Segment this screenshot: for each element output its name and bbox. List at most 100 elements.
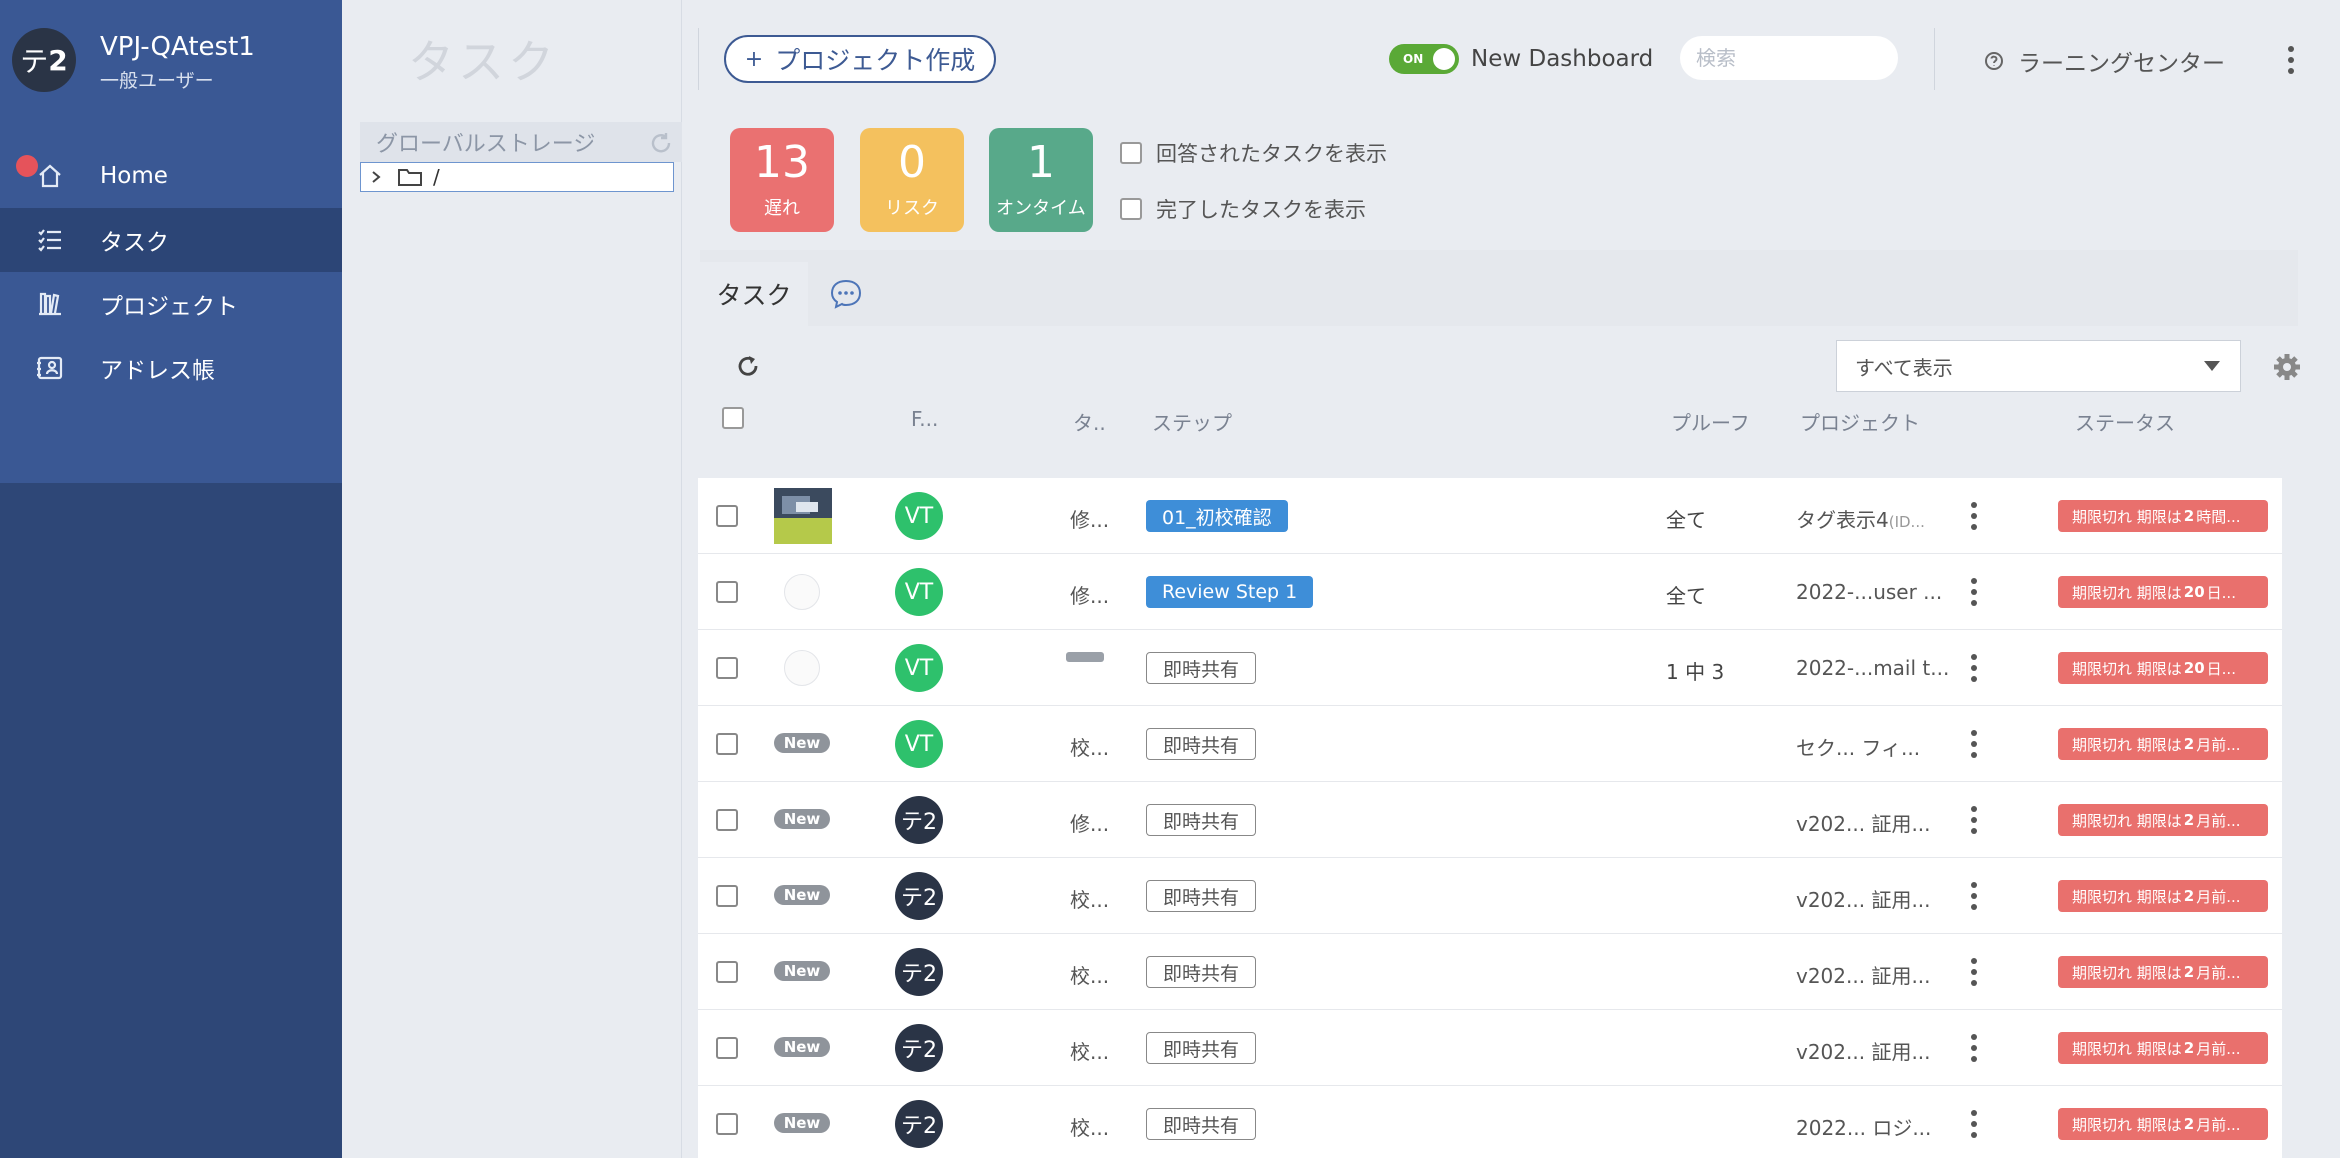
row-more-icon[interactable] [1968, 882, 1980, 910]
project-name[interactable]: v202... 証用... [1796, 1036, 1931, 1065]
step-badge[interactable]: 即時共有 [1146, 804, 1257, 836]
new-dashboard-toggle[interactable]: ON [1389, 44, 1459, 74]
ontime-count-card[interactable]: 1 オンタイム [989, 128, 1093, 232]
table-settings-button[interactable] [2272, 352, 2302, 382]
select-all-checkbox[interactable] [722, 407, 744, 429]
step-badge[interactable]: 即時共有 [1146, 728, 1257, 760]
assignee-avatar: テ2 [895, 872, 943, 920]
show-completed-checkbox[interactable]: 完了したタスクを表示 [1120, 194, 1366, 224]
table-row[interactable]: New VT 校... 即時共有 セク... フィ... 期限切れ 期限は 2 月前... [698, 706, 2282, 782]
sidebar-item-label: プロジェクト [100, 294, 238, 320]
sidebar-item-home[interactable]: Home [0, 144, 342, 208]
row-checkbox[interactable] [716, 581, 738, 603]
task-thumbnail[interactable] [784, 650, 820, 686]
row-more-icon[interactable] [1968, 958, 1980, 986]
storage-folder-root[interactable]: / [360, 162, 674, 192]
row-checkbox[interactable] [716, 885, 738, 907]
row-checkbox[interactable] [716, 1113, 738, 1135]
row-checkbox[interactable] [716, 809, 738, 831]
table-row[interactable]: New テ2 修... 即時共有 v202... 証用... 期限切れ 期限は 2 月前... [698, 782, 2282, 858]
column-header-f[interactable]: F... [911, 407, 938, 431]
refresh-tasks-button[interactable] [734, 352, 762, 380]
sidebar-item-tasks[interactable]: タスク [0, 208, 342, 272]
project-name-text: v202... 証用... [1796, 812, 1931, 836]
new-badge: New [774, 1037, 830, 1057]
late-count-card[interactable]: 13 遅れ [730, 128, 834, 232]
row-checkbox[interactable] [716, 505, 738, 527]
checkbox[interactable] [1120, 198, 1142, 220]
new-badge: New [774, 733, 830, 753]
status-prefix: 期限切れ 期限は [2072, 583, 2182, 602]
status-amount: 20 [2183, 583, 2205, 601]
row-more-icon[interactable] [1968, 1034, 1980, 1062]
header-divider [698, 28, 699, 90]
row-checkbox[interactable] [716, 1037, 738, 1059]
row-checkbox[interactable] [716, 961, 738, 983]
sidebar-item-projects[interactable]: プロジェクト [0, 272, 342, 336]
project-name[interactable]: タグ表示4(ID... [1796, 504, 1925, 533]
row-checkbox[interactable] [716, 733, 738, 755]
proof-value: 1 中 3 [1666, 660, 1725, 684]
step-badge[interactable]: 即時共有 [1146, 880, 1257, 912]
project-name[interactable]: 2022-...user ... [1796, 580, 1942, 604]
search-input[interactable] [1680, 36, 1898, 80]
column-header-ta[interactable]: タ.. [1073, 407, 1106, 436]
table-row[interactable]: New テ2 校... 即時共有 v202... 証用... 期限切れ 期限は 2 月前... [698, 858, 2282, 934]
task-filter-select[interactable]: すべて表示 [1836, 340, 2241, 392]
chevron-right-icon[interactable] [369, 169, 383, 185]
status-badge: 期限切れ 期限は 2 時間... [2058, 500, 2268, 532]
learning-center-link[interactable]: ラーニングセンター [1984, 44, 2225, 78]
project-name[interactable]: 2022... ロジ... [1796, 1112, 1931, 1141]
project-name[interactable]: 2022-...mail t... [1796, 656, 1949, 680]
column-header-project[interactable]: プロジェクト [1800, 407, 1920, 436]
project-name[interactable]: v202... 証用... [1796, 960, 1931, 989]
status-suffix: 月前... [2196, 963, 2241, 982]
table-row[interactable]: New テ2 校... 即時共有 2022... ロジ... 期限切れ 期限は 2 月前... [698, 1086, 2282, 1158]
table-row[interactable]: VT 修... 01_初校確認 全て タグ表示4(ID... 期限切れ 期限は 2 時間... [698, 478, 2282, 554]
risk-count-card[interactable]: 0 リスク [860, 128, 964, 232]
row-more-icon[interactable] [1968, 578, 1980, 606]
project-name[interactable]: セク... フィ... [1796, 732, 1920, 761]
column-header-step[interactable]: ステップ [1152, 407, 1232, 436]
task-thumbnail[interactable] [774, 488, 832, 544]
sidebar-item-address-book[interactable]: アドレス帳 [0, 336, 342, 400]
create-project-button[interactable]: + プロジェクト作成 [724, 35, 996, 83]
row-checkbox[interactable] [716, 657, 738, 679]
row-more-icon[interactable] [1968, 1110, 1980, 1138]
more-menu-icon[interactable] [2286, 46, 2296, 74]
table-row[interactable]: New テ2 校... 即時共有 v202... 証用... 期限切れ 期限は 2 月前... [698, 1010, 2282, 1086]
show-answered-checkbox[interactable]: 回答されたタスクを表示 [1120, 138, 1387, 168]
step-badge[interactable]: 即時共有 [1146, 1032, 1257, 1064]
contact-card-icon [0, 353, 100, 383]
row-more-icon[interactable] [1968, 806, 1980, 834]
step-badge[interactable]: 01_初校確認 [1146, 500, 1288, 532]
proof-value: 全て [1666, 584, 1706, 608]
step-badge[interactable]: Review Step 1 [1146, 576, 1314, 608]
column-header-status[interactable]: ステータス [2075, 407, 2175, 436]
folder-label: / [433, 165, 440, 189]
step-badge[interactable]: 即時共有 [1146, 956, 1257, 988]
tab-tasks[interactable]: タスク [700, 262, 808, 326]
user-avatar[interactable]: テ2 [12, 28, 76, 92]
new-badge: New [774, 1113, 830, 1133]
task-thumbnail[interactable] [784, 574, 820, 610]
project-name[interactable]: v202... 証用... [1796, 884, 1931, 913]
table-row[interactable]: VT 修... Review Step 1 全て 2022-...user ... 期限切… [698, 554, 2282, 630]
table-row[interactable]: VT 即時共有 1 中 3 2022-...mail t... 期限切れ 期限は 20 日.… [698, 630, 2282, 706]
status-badge: 期限切れ 期限は 2 月前... [2058, 1108, 2268, 1140]
row-more-icon[interactable] [1968, 654, 1980, 682]
table-row[interactable]: New テ2 校... 即時共有 v202... 証用... 期限切れ 期限は 2 月前... [698, 934, 2282, 1010]
storage-title: グローバルストレージ [376, 132, 596, 157]
storage-refresh-button[interactable] [648, 130, 674, 156]
row-more-icon[interactable] [1968, 502, 1980, 530]
column-header-proof[interactable]: プルーフ [1671, 407, 1750, 436]
status-amount: 2 [2183, 887, 2195, 905]
step-badge[interactable]: 即時共有 [1146, 1108, 1257, 1140]
status-prefix: 期限切れ 期限は [2072, 887, 2182, 906]
checkbox[interactable] [1120, 142, 1142, 164]
step-badge[interactable]: 即時共有 [1146, 652, 1257, 684]
row-more-icon[interactable] [1968, 730, 1980, 758]
create-project-label: プロジェクト作成 [775, 46, 976, 75]
project-name[interactable]: v202... 証用... [1796, 808, 1931, 837]
tab-comments[interactable] [828, 276, 864, 312]
